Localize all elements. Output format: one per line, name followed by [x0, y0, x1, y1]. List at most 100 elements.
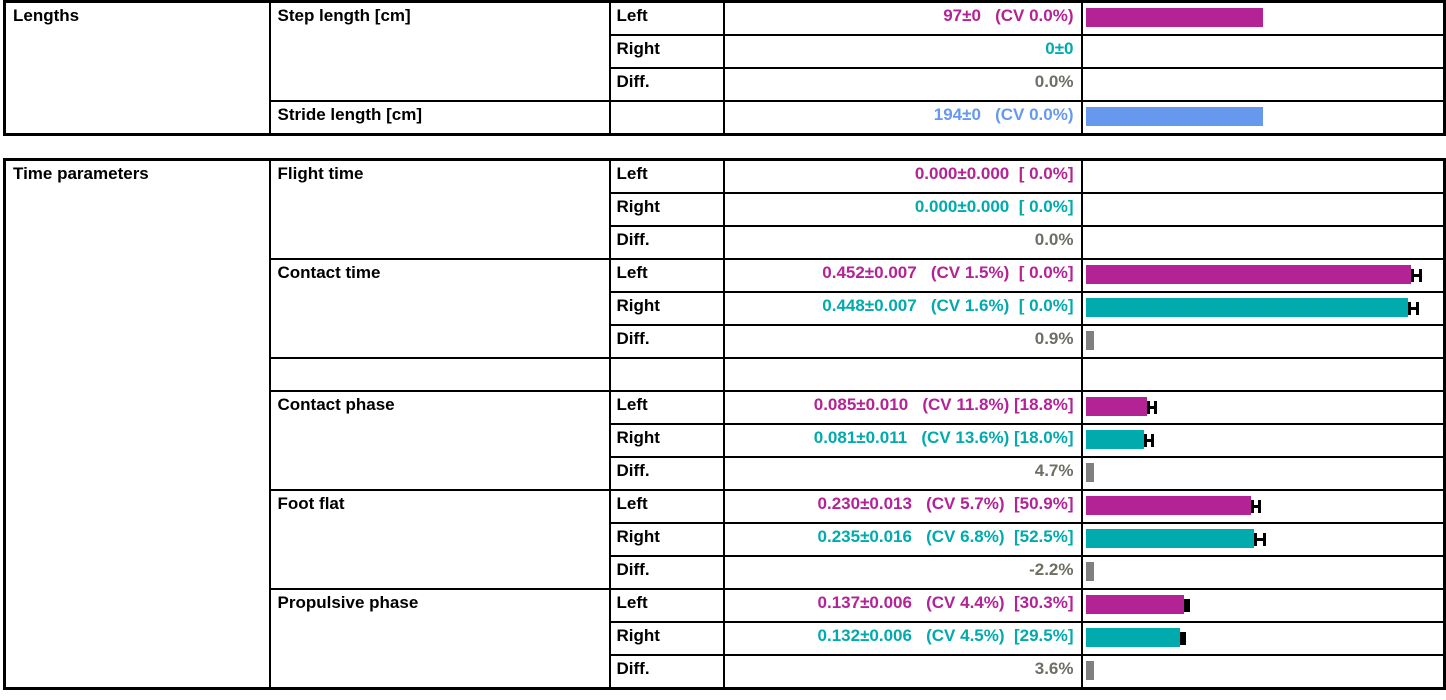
bar-track — [1085, 397, 1442, 416]
value-text: 0.132±0.006 (CV 4.5%) [29.5%] — [817, 626, 1074, 645]
parameter-cell: Contact time — [268, 258, 611, 359]
value-bar — [1085, 529, 1255, 548]
gait-report: Lengths Step length [cm] Left 97±0 (CV 0.0%… — [0, 0, 1446, 700]
value-text: 0.085±0.010 (CV 11.8%) [18.8%] — [813, 395, 1074, 414]
side-label: Diff. — [616, 230, 650, 249]
parameter-label: Propulsive phase — [277, 593, 419, 612]
parameter-cell: Foot flat — [268, 489, 611, 590]
bar-cell — [1080, 555, 1446, 590]
side-label: Left — [616, 263, 648, 282]
value-text: 0.0% — [1034, 72, 1074, 91]
value-text: 0.448±0.007 (CV 1.6%) [ 0.0%] — [822, 296, 1074, 315]
side-label: Left — [616, 164, 648, 183]
side-cell: Left — [608, 489, 725, 524]
bar-track — [1085, 107, 1442, 126]
error-bar-cap-end — [1257, 500, 1261, 513]
value-cell: 3.6% — [722, 654, 1083, 690]
value-bar — [1085, 430, 1144, 449]
error-bar-cap-start — [1146, 401, 1150, 414]
value-bar — [1085, 463, 1094, 482]
side-cell: Diff. — [608, 225, 725, 260]
value-text: 4.7% — [1034, 461, 1074, 480]
bar-track — [1085, 331, 1442, 350]
group-label: Time parameters — [13, 164, 149, 183]
error-bar-cap-end — [1186, 599, 1190, 612]
bar-cell — [1080, 522, 1446, 557]
bar-cell — [1080, 654, 1446, 690]
value-text: 0.452±0.007 (CV 1.5%) [ 0.0%] — [822, 263, 1074, 282]
parameter-label: Stride length [cm] — [277, 105, 423, 124]
error-bar-cap-end — [1416, 302, 1420, 315]
value-text: 0.0% — [1034, 230, 1074, 249]
value-cell: 0.9% — [722, 324, 1083, 359]
bar-cell — [1080, 0, 1446, 36]
group-cell: Time parameters — [3, 158, 271, 690]
table-time-parameters: Time parameters Flight time Left 0.000±0.00… — [3, 158, 1446, 690]
side-cell: Diff. — [608, 456, 725, 491]
tables-container: Lengths Step length [cm] Left 97±0 (CV 0.0%… — [0, 0, 1446, 690]
error-bar-cap-end — [1419, 269, 1423, 282]
side-cell: Right — [608, 34, 725, 69]
value-bar — [1085, 661, 1094, 680]
value-bar — [1085, 265, 1411, 284]
table-row: Lengths Step length [cm] Left 97±0 (CV 0.0%… — [3, 0, 1446, 136]
parameter-label: Contact time — [277, 263, 381, 282]
parameter-label — [271, 359, 609, 363]
side-cell: Diff. — [608, 67, 725, 102]
bar-cell — [1080, 291, 1446, 326]
bar-cell — [1080, 357, 1446, 392]
value-cell: 0.0% — [722, 67, 1083, 102]
bar-cell — [1080, 489, 1446, 524]
side-label: Right — [616, 626, 660, 645]
bar-track — [1085, 265, 1442, 284]
value-cell: 0.085±0.010 (CV 11.8%) [18.8%] — [722, 390, 1083, 425]
side-label: Left — [616, 395, 648, 414]
value-text: 0.137±0.006 (CV 4.4%) [30.3%] — [817, 593, 1074, 612]
side-label: Right — [616, 296, 660, 315]
side-label — [611, 102, 723, 106]
bar-cell — [1080, 621, 1446, 656]
bar-cell — [1080, 225, 1446, 260]
value-cell: 0.000±0.000 [ 0.0%] — [722, 158, 1083, 194]
value-cell: 0.235±0.016 (CV 6.8%) [52.5%] — [722, 522, 1083, 557]
value-cell: 194±0 (CV 0.0%) — [722, 100, 1083, 136]
bar-track — [1085, 661, 1442, 680]
value-bar — [1085, 8, 1264, 27]
parameter-cell: Contact phase — [268, 390, 611, 491]
error-bar-cap-start — [1410, 269, 1414, 282]
side-cell — [608, 100, 725, 136]
side-cell: Left — [608, 390, 725, 425]
value-bar — [1085, 595, 1184, 614]
side-cell: Right — [608, 291, 725, 326]
parameter-label: Flight time — [277, 164, 364, 183]
bar-track — [1085, 298, 1442, 317]
value-text: 0.081±0.011 (CV 13.6%) [18.0%] — [813, 428, 1074, 447]
parameter-label: Contact phase — [277, 395, 395, 414]
error-bar-cap-start — [1250, 500, 1254, 513]
value-cell: 0.230±0.013 (CV 5.7%) [50.9%] — [722, 489, 1083, 524]
parameter-cell: Propulsive phase — [268, 588, 611, 690]
side-label: Right — [616, 428, 660, 447]
parameter-cell: Flight time — [268, 158, 611, 260]
value-text: -2.2% — [1029, 560, 1074, 579]
side-label: Left — [616, 6, 648, 25]
bar-cell — [1080, 324, 1446, 359]
value-text: 0.000±0.000 [ 0.0%] — [914, 197, 1074, 216]
error-bar-cap-end — [1262, 533, 1266, 546]
value-text: 3.6% — [1034, 659, 1074, 678]
value-cell: 0±0 — [722, 34, 1083, 69]
side-label: Right — [616, 527, 660, 546]
error-bar-cap-end — [1154, 401, 1158, 414]
side-cell: Diff. — [608, 654, 725, 690]
side-label: Diff. — [616, 329, 650, 348]
bar-cell — [1080, 258, 1446, 293]
side-label — [611, 359, 723, 363]
bar-track — [1085, 430, 1442, 449]
bar-track — [1085, 8, 1442, 27]
bar-cell — [1080, 34, 1446, 69]
side-label: Right — [616, 39, 660, 58]
side-label: Diff. — [616, 560, 650, 579]
side-cell: Diff. — [608, 555, 725, 590]
bar-cell — [1080, 67, 1446, 102]
parameter-label: Step length [cm] — [277, 6, 411, 25]
